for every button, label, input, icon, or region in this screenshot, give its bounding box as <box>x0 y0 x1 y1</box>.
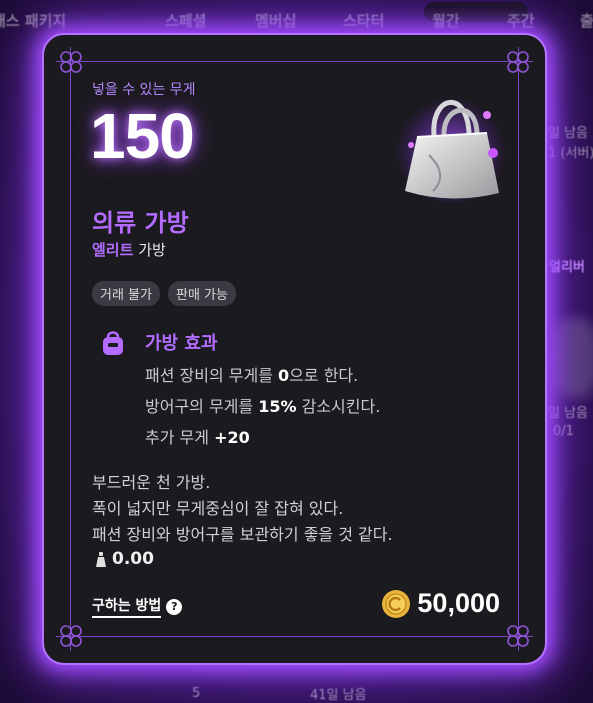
help-icon[interactable]: ? <box>166 598 183 615</box>
gold-coin-icon <box>382 589 411 618</box>
background-tab-bar: 패스 패키지 스페셜 멤버십 스타터 월간 주간 출 <box>0 2 593 34</box>
tag-sellable: 판매 가능 <box>167 281 236 306</box>
bag-icon <box>100 329 126 357</box>
corner-ornament-icon <box>505 49 531 75</box>
corner-ornament-icon <box>505 623 531 649</box>
bg-tab-starter: 스타터 <box>343 12 385 30</box>
price-value: 50,000 <box>417 588 500 618</box>
bag-effect-title: 가방 효과 <box>145 333 218 354</box>
description-line: 부드러운 천 가방. <box>92 473 211 492</box>
bg-count: 0/1 <box>553 424 574 439</box>
item-tooltip-card: 넣을 수 있는 무게 150 의류 가방 엘리트 가방 거래 불가 판매 가능 … <box>42 33 547 665</box>
price: 50,000 <box>381 588 500 619</box>
tag-untradable: 거래 불가 <box>92 281 160 306</box>
item-grade: 엘리트 가방 <box>92 239 166 260</box>
bg-server-count: 1 (서버) <box>548 146 593 161</box>
grade-label: 엘리트 <box>92 241 134 259</box>
description-line: 폭이 넓지만 무게중심이 잘 잡혀 있다. <box>92 499 344 518</box>
corner-ornament-icon <box>58 49 84 75</box>
item-tags: 거래 불가 판매 가능 <box>92 281 236 306</box>
item-category: 가방 <box>138 241 166 259</box>
effect-line: 패션 장비의 무게를 0으로 한다. <box>145 366 359 385</box>
bg-tab-weekly: 주간 <box>507 12 535 30</box>
how-to-get-label[interactable]: 구하는 방법 <box>92 595 162 618</box>
weight-icon <box>96 551 106 567</box>
effect-line: 방어구의 무게를 15% 감소시킨다. <box>145 397 381 416</box>
item-weight: 0.00 <box>94 549 154 569</box>
bg-days-left: 일 남음 <box>548 126 589 141</box>
item-name: 의류 가방 <box>92 209 189 237</box>
tote-bag-image <box>389 75 509 205</box>
item-weight-value: 0.00 <box>112 549 154 569</box>
bg-tab-monthly: 월간 <box>432 12 460 30</box>
bg-number: 5 <box>192 686 201 701</box>
capacity-label: 넣을 수 있는 무게 <box>92 82 196 98</box>
bg-early-bird: 얼리버 <box>549 260 585 275</box>
how-to-get-link[interactable]: 구하는 방법 ? <box>92 595 183 618</box>
capacity-value: 150 <box>90 100 195 172</box>
bg-item-image <box>549 318 593 398</box>
bg-tab-membership: 멤버십 <box>255 12 297 30</box>
bg-days-left-3: 41일 남음 <box>310 688 367 703</box>
description-line: 패션 장비와 방어구를 보관하기 좋을 것 같다. <box>92 525 393 544</box>
effect-line: 추가 무게 +20 <box>145 428 250 447</box>
bg-days-left-2: 일 남음 <box>548 406 589 421</box>
bg-tab-pass-package: 패스 패키지 <box>0 12 67 30</box>
corner-ornament-icon <box>58 623 84 649</box>
bg-tab-special: 스페셜 <box>165 12 207 30</box>
bg-tab-cut: 출 <box>580 12 593 30</box>
